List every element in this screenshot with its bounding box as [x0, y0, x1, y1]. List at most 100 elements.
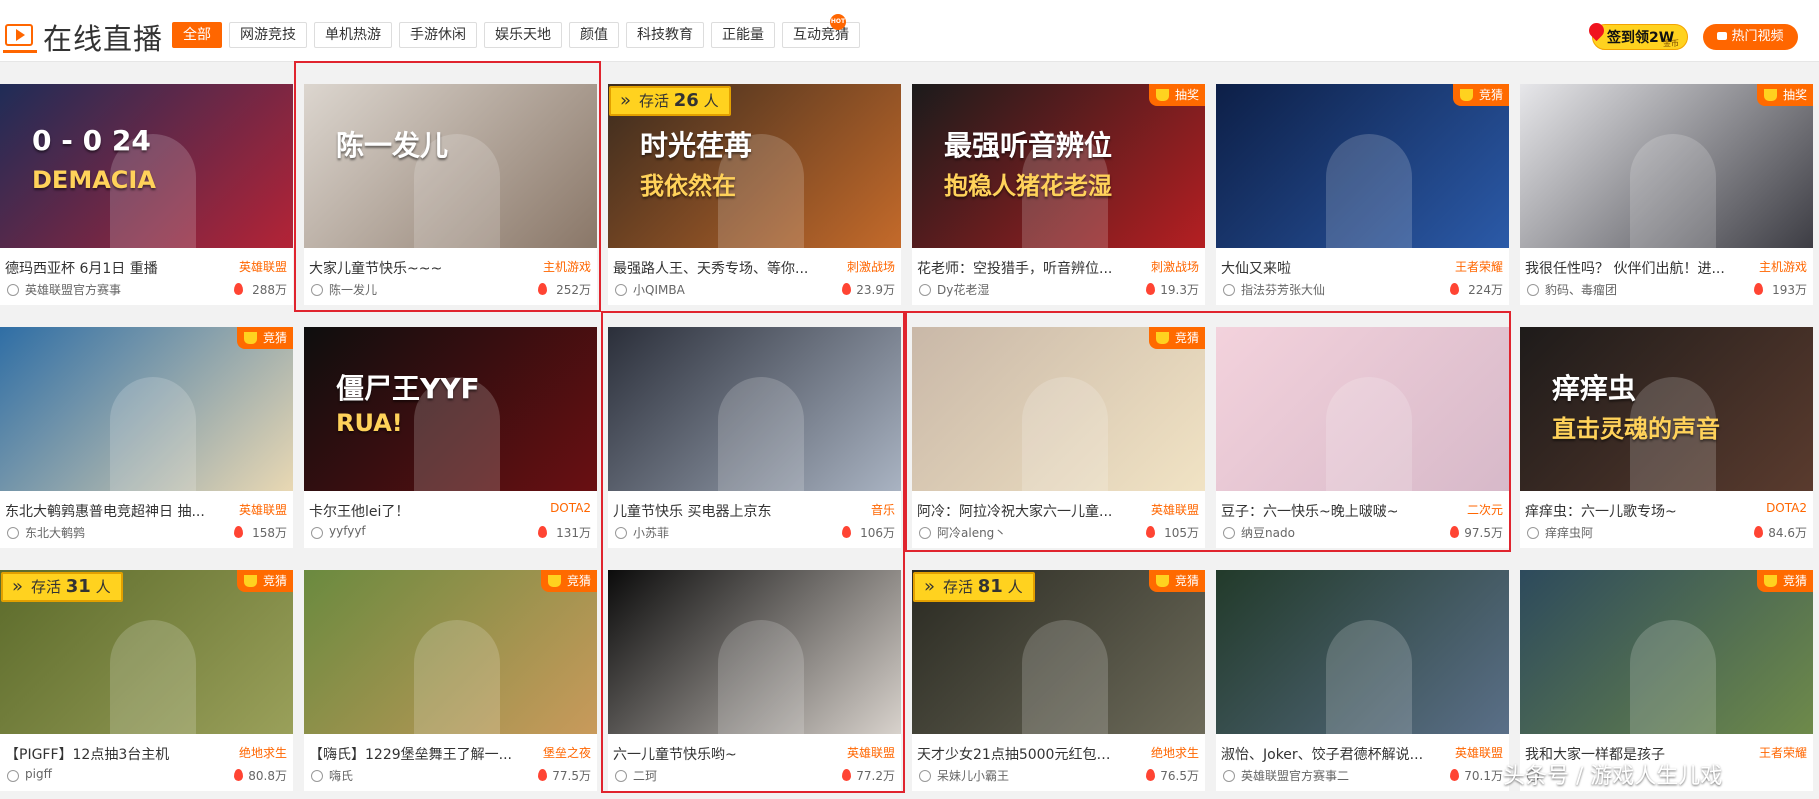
room-owner[interactable]: 英雄联盟官方赛事二: [1241, 767, 1391, 784]
live-room-card[interactable]: 六一儿童节快乐哟~ 英雄联盟 二珂 77.2万: [608, 570, 901, 791]
live-room-card[interactable]: 淑怡、Joker、饺子君德杯解说... 英雄联盟 英雄联盟官方赛事二 70.1万: [1216, 570, 1509, 791]
room-category[interactable]: 刺激战场: [847, 258, 895, 275]
stream-thumbnail[interactable]: [608, 570, 901, 734]
room-owner[interactable]: yyfyyf: [329, 524, 479, 538]
room-category[interactable]: 绝地求生: [1151, 744, 1199, 761]
live-room-card[interactable]: 竞猜 【嗨氏】1229堡垒舞王了解一... 堡垒之夜 嗨氏 77.5万: [304, 570, 597, 791]
stream-thumbnail[interactable]: 僵尸王YYF RUA!: [304, 327, 597, 491]
room-owner[interactable]: 豹码、毒瘤团: [1545, 281, 1695, 298]
room-category[interactable]: DOTA2: [1766, 501, 1807, 515]
tab-all[interactable]: 全部: [172, 22, 222, 48]
room-category[interactable]: 主机游戏: [1759, 258, 1807, 275]
room-owner[interactable]: 小QIMBA: [633, 281, 783, 298]
room-category[interactable]: 英雄联盟: [239, 501, 287, 518]
room-owner[interactable]: Dy花老湿: [937, 281, 1087, 298]
stream-thumbnail[interactable]: 痒痒虫 直击灵魂的声音: [1520, 327, 1813, 491]
stream-thumbnail[interactable]: [1216, 327, 1509, 491]
room-owner[interactable]: 呆妹儿小霸王: [937, 767, 1087, 784]
stream-thumbnail[interactable]: 0 - 0 24 DEMACIA: [0, 84, 293, 248]
room-title[interactable]: 阿冷：阿拉冷祝大家六一儿童...: [917, 501, 1122, 521]
room-title[interactable]: 最强路人王、天秀专场、等你...: [613, 258, 818, 278]
room-owner[interactable]: 二珂: [633, 767, 783, 784]
live-room-card[interactable]: 竞猜 存活 81 人天才少女21点抽5000元红包现... 绝地求生呆妹儿小霸王 76…: [912, 570, 1205, 791]
room-title[interactable]: 我很任性吗？ 伙伴们出航！进...: [1525, 258, 1730, 278]
live-room-card[interactable]: 僵尸王YYF RUA! 卡尔王他lei了！ DOTA2 yyfyyf 131万: [304, 327, 597, 548]
room-category[interactable]: 英雄联盟: [847, 744, 895, 761]
room-category[interactable]: 音乐: [871, 501, 895, 518]
room-owner[interactable]: 陈一发儿: [329, 281, 479, 298]
room-title[interactable]: 大家儿童节快乐~~~: [309, 258, 514, 278]
stream-thumbnail[interactable]: [1216, 570, 1509, 734]
live-room-card[interactable]: 抽奖 我很任性吗？ 伙伴们出航！进... 主机游戏 豹码、毒瘤团 193万: [1520, 84, 1813, 305]
room-owner[interactable]: 英雄联盟官方赛事: [25, 281, 175, 298]
room-category[interactable]: 绝地求生: [239, 744, 287, 761]
room-category[interactable]: 王者荣耀: [1455, 258, 1503, 275]
live-room-card[interactable]: 豆子：六一快乐~晚上啵啵~ 二次元 纳豆nado 97.5万: [1216, 327, 1509, 548]
room-category[interactable]: 英雄联盟: [239, 258, 287, 275]
room-category[interactable]: 刺激战场: [1151, 258, 1199, 275]
room-owner[interactable]: 东北大鹌鹑: [25, 524, 175, 541]
room-title[interactable]: 豆子：六一快乐~晚上啵啵~: [1221, 501, 1426, 521]
signin-button[interactable]: 签到领2W 金币: [1585, 19, 1688, 50]
room-category[interactable]: 英雄联盟: [1455, 744, 1503, 761]
tab-single-player[interactable]: 单机热游: [314, 22, 392, 48]
room-title[interactable]: 淑怡、Joker、饺子君德杯解说...: [1221, 744, 1426, 764]
live-room-card[interactable]: 痒痒虫 直击灵魂的声音 痒痒虫：六一儿歌专场~ DOTA2 痒痒虫阿 84.6万: [1520, 327, 1813, 548]
live-room-card[interactable]: 陈一发儿 大家儿童节快乐~~~ 主机游戏 陈一发儿 252万: [304, 84, 597, 305]
room-title[interactable]: 天才少女21点抽5000元红包现...: [917, 744, 1122, 764]
tab-mobile-casual[interactable]: 手游休闲: [399, 22, 477, 48]
live-room-card[interactable]: 时光荏苒我依然在 存活 26 人最强路人王、天秀专场、等你... 刺激战场小QIMB…: [608, 84, 901, 305]
room-owner[interactable]: 小苏菲: [633, 524, 783, 541]
room-category[interactable]: 王者荣耀: [1759, 744, 1807, 761]
stream-thumbnail[interactable]: 竞猜: [304, 570, 597, 734]
stream-thumbnail[interactable]: 竞猜: [1216, 84, 1509, 248]
stream-thumbnail[interactable]: 竞猜: [1520, 570, 1813, 734]
room-title[interactable]: 花老师：空投猎手，听音辨位...: [917, 258, 1122, 278]
tab-looks[interactable]: 颜值: [569, 22, 619, 48]
stream-thumbnail[interactable]: 时光荏苒我依然在 存活 26 人: [608, 84, 901, 248]
live-room-card[interactable]: 竞猜 阿冷：阿拉冷祝大家六一儿童... 英雄联盟 阿冷aleng丶 105万: [912, 327, 1205, 548]
live-room-card[interactable]: 竞猜 东北大鹌鹑惠普电竞超神日 抽... 英雄联盟 东北大鹌鹑 158万: [0, 327, 293, 548]
room-title[interactable]: 【PIGFF】12点抽3台主机: [5, 744, 210, 764]
stream-thumbnail[interactable]: 抽奖: [1520, 84, 1813, 248]
room-title[interactable]: 六一儿童节快乐哟~: [613, 744, 818, 764]
stream-thumbnail[interactable]: [608, 327, 901, 491]
room-title[interactable]: 卡尔王他lei了！: [309, 501, 514, 521]
tab-positive-energy[interactable]: 正能量: [711, 22, 775, 48]
tab-online-games[interactable]: 网游竞技: [229, 22, 307, 48]
stream-thumbnail[interactable]: 竞猜 存活 31 人: [0, 570, 293, 734]
room-owner[interactable]: 纳豆nado: [1241, 524, 1391, 541]
stream-thumbnail[interactable]: 竞猜: [912, 327, 1205, 491]
room-title[interactable]: 东北大鹌鹑惠普电竞超神日 抽...: [5, 501, 210, 521]
room-category[interactable]: 英雄联盟: [1151, 501, 1199, 518]
room-owner[interactable]: pigff: [25, 767, 175, 781]
live-room-card[interactable]: 竞猜 存活 31 人【PIGFF】12点抽3台主机 绝地求生 pigff 80.8万: [0, 570, 293, 791]
room-category[interactable]: DOTA2: [550, 501, 591, 515]
room-title[interactable]: 【嗨氏】1229堡垒舞王了解一...: [309, 744, 514, 764]
stream-thumbnail[interactable]: 最强听音辨位 抱稳人猪花老湿 抽奖: [912, 84, 1205, 248]
live-room-card[interactable]: 0 - 0 24 DEMACIA 德玛西亚杯 6月1日 重播 英雄联盟英雄联盟官方赛事…: [0, 84, 293, 305]
room-owner[interactable]: 阿冷aleng丶: [937, 524, 1087, 541]
stream-thumbnail[interactable]: 竞猜 存活 81 人: [912, 570, 1205, 734]
view-count: 80.8万: [248, 769, 287, 783]
room-owner[interactable]: 指法芬芳张大仙: [1241, 281, 1391, 298]
room-title[interactable]: 德玛西亚杯 6月1日 重播: [5, 258, 210, 278]
tab-entertainment[interactable]: 娱乐天地: [484, 22, 562, 48]
stream-thumbnail[interactable]: 陈一发儿: [304, 84, 597, 248]
live-room-card[interactable]: 最强听音辨位 抱稳人猪花老湿 抽奖花老师：空投猎手，听音辨位... 刺激战场 Dy花老湿…: [912, 84, 1205, 305]
tab-tech-education[interactable]: 科技教育: [626, 22, 704, 48]
room-title[interactable]: 痒痒虫：六一儿歌专场~: [1525, 501, 1730, 521]
room-category[interactable]: 堡垒之夜: [543, 744, 591, 761]
streamer-silhouette: [414, 620, 500, 734]
room-title[interactable]: 大仙又来啦: [1221, 258, 1426, 278]
hot-video-button[interactable]: 热门视频: [1703, 24, 1798, 50]
room-category[interactable]: 主机游戏: [543, 258, 591, 275]
room-owner[interactable]: 痒痒虫阿: [1545, 524, 1695, 541]
room-category[interactable]: 二次元: [1467, 501, 1503, 518]
room-title[interactable]: 儿童节快乐 买电器上京东: [613, 501, 818, 521]
stream-thumbnail[interactable]: 竞猜: [0, 327, 293, 491]
tab-interactive-quiz[interactable]: 互动竞猜: [782, 22, 860, 48]
live-room-card[interactable]: 竞猜 大仙又来啦 王者荣耀 指法芬芳张大仙 224万: [1216, 84, 1509, 305]
live-room-card[interactable]: 儿童节快乐 买电器上京东 音乐 小苏菲 106万: [608, 327, 901, 548]
room-owner[interactable]: 嗨氏: [329, 767, 479, 784]
